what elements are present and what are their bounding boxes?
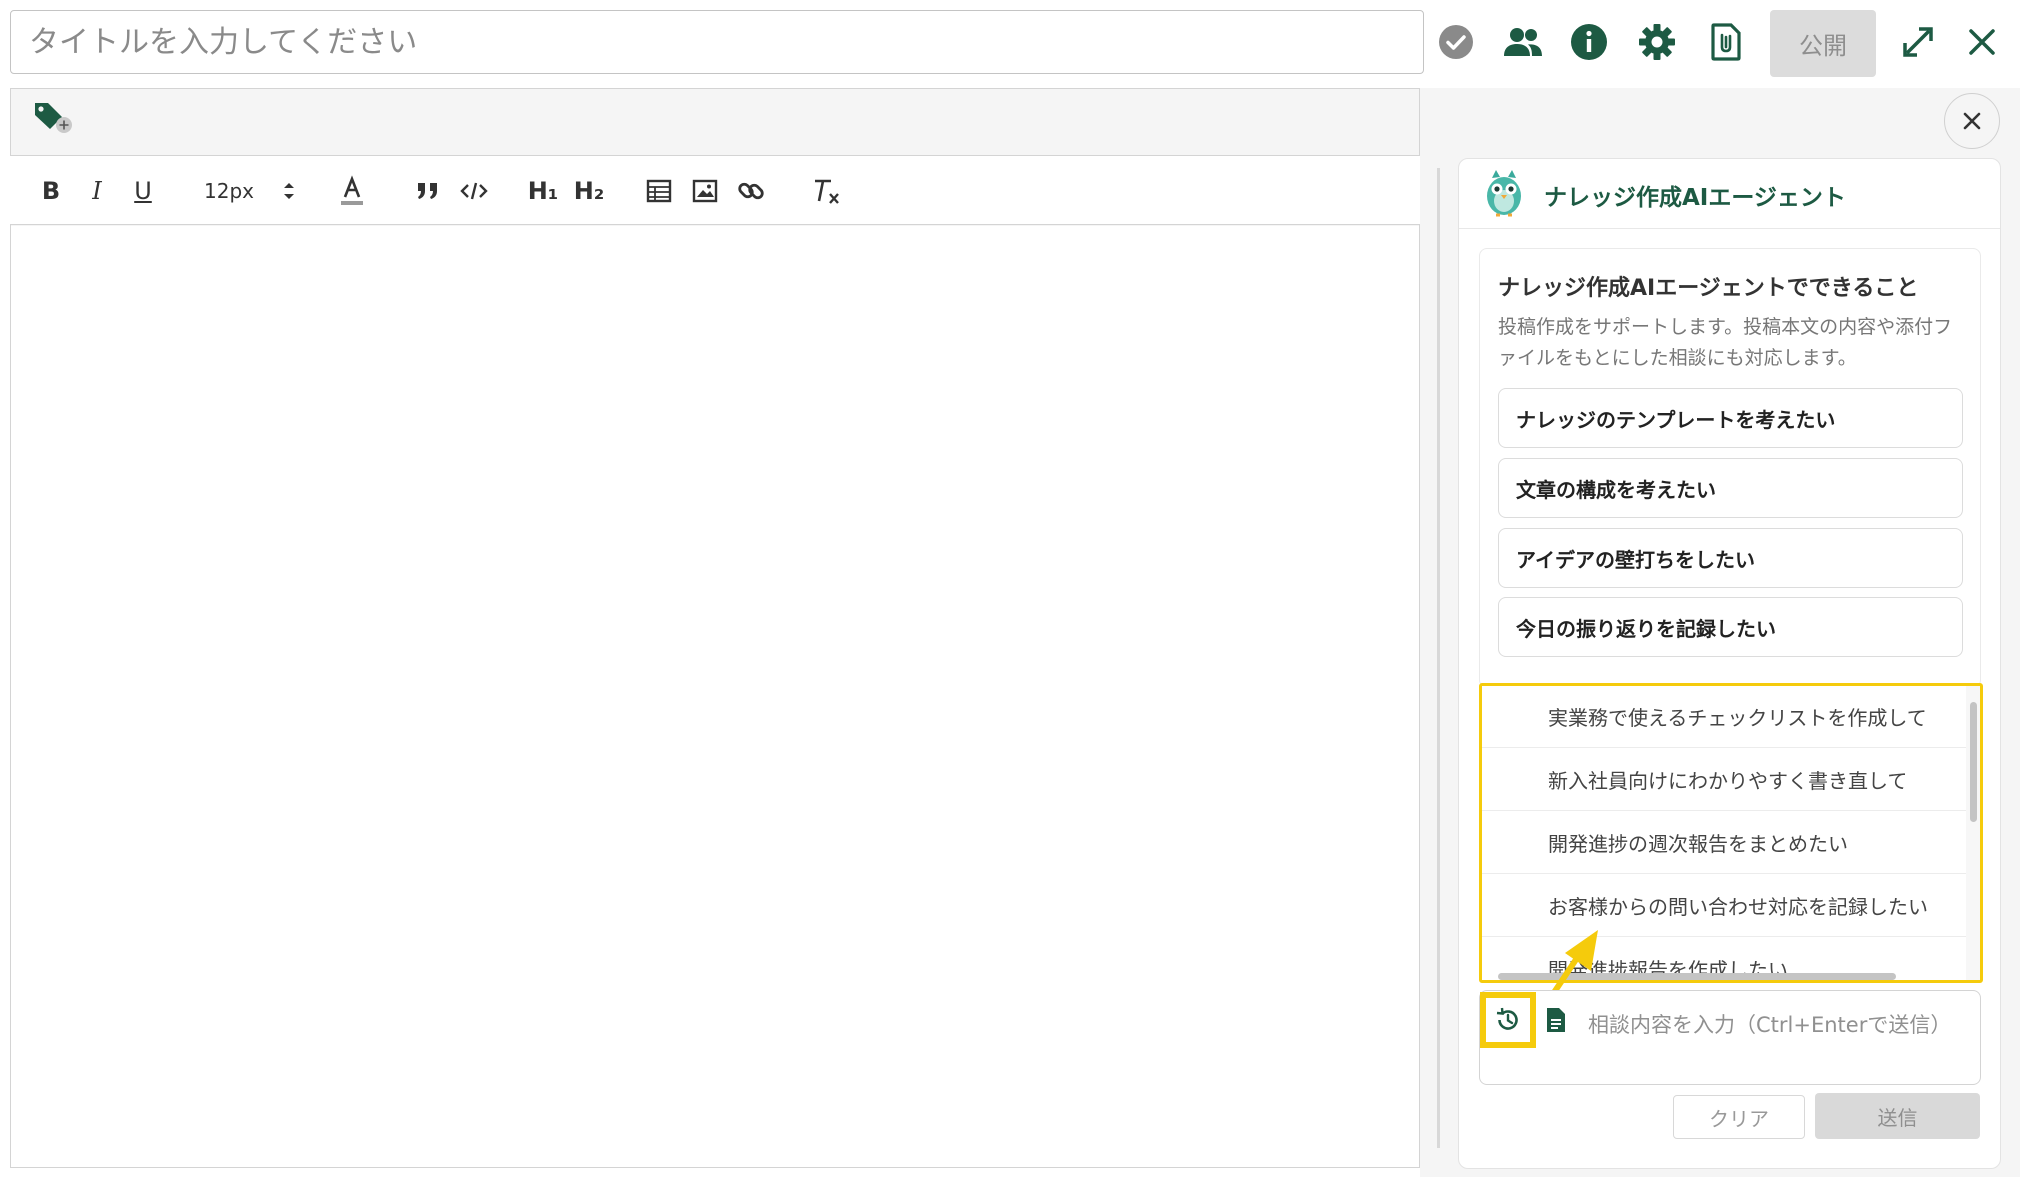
check-icon[interactable]	[1432, 18, 1480, 66]
suggestion-button[interactable]: ナレッジのテンプレートを考えたい	[1498, 388, 1963, 448]
table-icon[interactable]	[640, 170, 678, 212]
vertical-scrollbar[interactable]	[1966, 686, 1980, 980]
link-icon[interactable]	[732, 170, 770, 212]
agent-mascot-icon	[1478, 168, 1530, 220]
clear-format-icon[interactable]	[806, 170, 846, 212]
history-item[interactable]: 実業務で使えるチェックリストを作成して	[1482, 686, 1966, 748]
heading2-button[interactable]: H₂	[568, 170, 610, 212]
settings-gear-icon[interactable]	[1633, 18, 1681, 66]
clear-button[interactable]: クリア	[1673, 1095, 1805, 1139]
document-icon	[1547, 1008, 1565, 1032]
info-icon[interactable]	[1565, 18, 1613, 66]
image-icon[interactable]	[686, 170, 724, 212]
members-icon[interactable]	[1499, 18, 1547, 66]
attachment-icon[interactable]	[1702, 18, 1750, 66]
font-size-select[interactable]: 12px	[196, 170, 262, 212]
history-icon	[1496, 1007, 1518, 1030]
send-button[interactable]: 送信	[1815, 1093, 1980, 1139]
underline-button[interactable]: U	[124, 170, 162, 212]
text-color-icon[interactable]	[332, 170, 372, 212]
code-icon[interactable]	[454, 170, 494, 212]
close-icon	[1963, 112, 1981, 130]
intro-title: ナレッジ作成AIエージェントでできること	[1498, 276, 1919, 301]
italic-button[interactable]: I	[78, 170, 116, 212]
close-panel-button[interactable]	[1944, 93, 2000, 149]
bold-button[interactable]: B	[32, 170, 70, 212]
close-editor-icon[interactable]	[1958, 18, 2006, 66]
expand-icon[interactable]	[1894, 18, 1942, 66]
publish-button[interactable]: 公開	[1770, 10, 1876, 77]
font-size-stepper-icon[interactable]	[278, 170, 300, 212]
heading1-button[interactable]: H₁	[522, 170, 564, 212]
intro-description: 投稿作成をサポートします。投稿本文の内容や添付ファイルをもとにした相談にも対応し…	[1498, 316, 1953, 369]
history-button[interactable]	[1480, 992, 1536, 1048]
suggestion-button[interactable]: アイデアの壁打ちをしたい	[1498, 528, 1963, 588]
history-item[interactable]: 新入社員向けにわかりやすく書き直して	[1482, 749, 1966, 811]
panel-divider	[1437, 168, 1440, 1148]
editor-content-area[interactable]	[11, 226, 1419, 1167]
suggestion-button[interactable]: 今日の振り返りを記録したい	[1498, 597, 1963, 657]
suggestion-button[interactable]: 文章の構成を考えたい	[1498, 458, 1963, 518]
editor-toolbar: B I U 12px H₁ H₂	[10, 155, 1420, 225]
agent-title: ナレッジ作成AIエージェント	[1544, 185, 1846, 211]
add-tag-icon[interactable]	[32, 100, 76, 140]
agent-header-divider	[1459, 228, 2000, 229]
document-button[interactable]	[1540, 1002, 1572, 1038]
history-item[interactable]: 開発進捗の週次報告をまとめたい	[1482, 812, 1966, 874]
title-input[interactable]	[10, 10, 1424, 74]
quote-icon[interactable]	[408, 170, 448, 212]
